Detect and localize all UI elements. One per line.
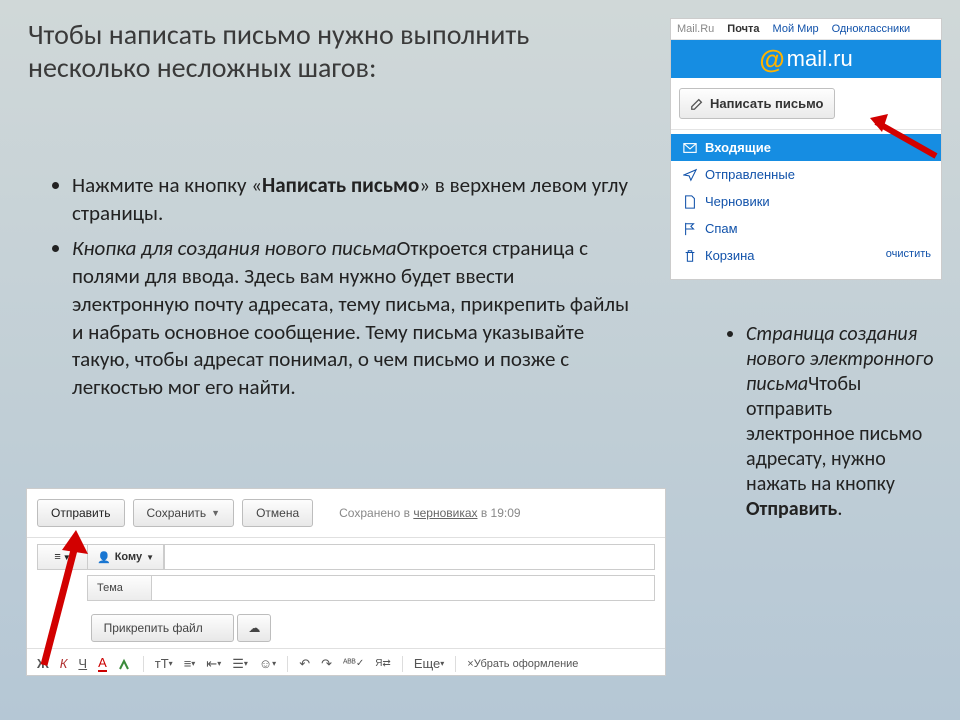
subject-input[interactable] [151,575,655,601]
to-input[interactable] [164,544,655,570]
chevron-down-icon: ▼ [211,508,220,518]
italic-button[interactable]: К [60,656,68,671]
format-toolbar: Ж К Ч А тТ▾ ≡▾ ⇤▾ ☰▾ ☺▾ ↶ ↷ ᴬᴮᴮ✓ Я⇄ Еще▾… [27,648,665,678]
spellcheck-button[interactable]: ᴬᴮᴮ✓ [343,658,364,669]
flag-icon [683,222,697,236]
mailru-logo: @mail.ru [671,40,941,78]
autosave-status: Сохранено в черновиках в 19:09 [339,506,520,520]
folder-sent[interactable]: Отправленные [671,161,941,188]
main-bullets: Нажмите на кнопку «Написать письмо» в ве… [52,172,632,410]
folder-trash[interactable]: Корзина очистить [671,242,941,269]
envelope-icon [683,141,697,155]
bullet-1: Нажмите на кнопку «Написать письмо» в ве… [72,172,632,227]
chevron-down-icon: ▼ [146,553,154,562]
at-icon: @ [759,44,784,75]
translate-button[interactable]: Я⇄ [375,658,391,669]
more-button[interactable]: Еще▾ [414,656,444,671]
compose-button[interactable]: Написать письмо [679,88,835,119]
attach-file-button[interactable]: Прикрепить файл [91,614,234,642]
edit-icon [690,97,704,111]
font-color-button[interactable]: А [98,655,107,672]
subject-label: Тема [87,575,151,601]
drafts-link[interactable]: черновиках [413,506,477,520]
bold-button[interactable]: Ж [37,656,49,671]
highlight-button[interactable] [118,657,132,671]
send-button[interactable]: Отправить [37,499,125,527]
attach-cloud-button[interactable]: ☁ [237,614,271,642]
redo-button[interactable]: ↷ [321,656,332,672]
undo-button[interactable]: ↶ [299,656,310,672]
align-button[interactable]: ≡▾ [184,656,196,671]
cancel-button[interactable]: Отмена [242,499,313,527]
save-button[interactable]: Сохранить▼ [133,499,235,527]
font-size-button[interactable]: тТ▾ [155,656,173,671]
folder-drafts[interactable]: Черновики [671,188,941,215]
bullet-2: Кнопка для создания нового письмаОткроет… [72,235,632,401]
slide-title: Чтобы написать письмо нужно выполнить не… [28,18,618,84]
file-icon [683,195,697,209]
red-arrow-compose [868,110,938,160]
clear-format-button[interactable]: × Убрать оформление [467,658,578,670]
person-icon: 👤 [97,551,111,564]
folder-spam[interactable]: Спам [671,215,941,242]
nav-odnoklassniki[interactable]: Одноклассники [832,23,911,35]
list-button[interactable]: ☰▾ [232,656,248,672]
nav-moimir[interactable]: Мой Мир [773,23,819,35]
right-bullet: Страница создания нового электронного пи… [722,322,942,522]
indent-button[interactable]: ⇤▾ [206,656,221,672]
plane-icon [683,168,697,182]
underline-button[interactable]: Ч [78,656,87,671]
mailru-topnav: Mail.Ru Почта Мой Мир Одноклассники [671,19,941,40]
cloud-icon: ☁ [248,621,260,635]
priority-dropdown[interactable]: ≡ ▼ [37,544,87,570]
right-bullet-item: Страница создания нового электронного пи… [746,322,942,522]
compose-panel-screenshot: Отправить Сохранить▼ Отмена Сохранено в … [26,488,666,676]
nav-pochta[interactable]: Почта [727,23,759,35]
emoji-button[interactable]: ☺▾ [259,656,276,671]
trash-icon [683,249,697,263]
trash-clear-link[interactable]: очистить [886,248,931,260]
to-label-button[interactable]: 👤 Кому ▼ [87,544,164,570]
nav-mailru[interactable]: Mail.Ru [677,23,714,35]
